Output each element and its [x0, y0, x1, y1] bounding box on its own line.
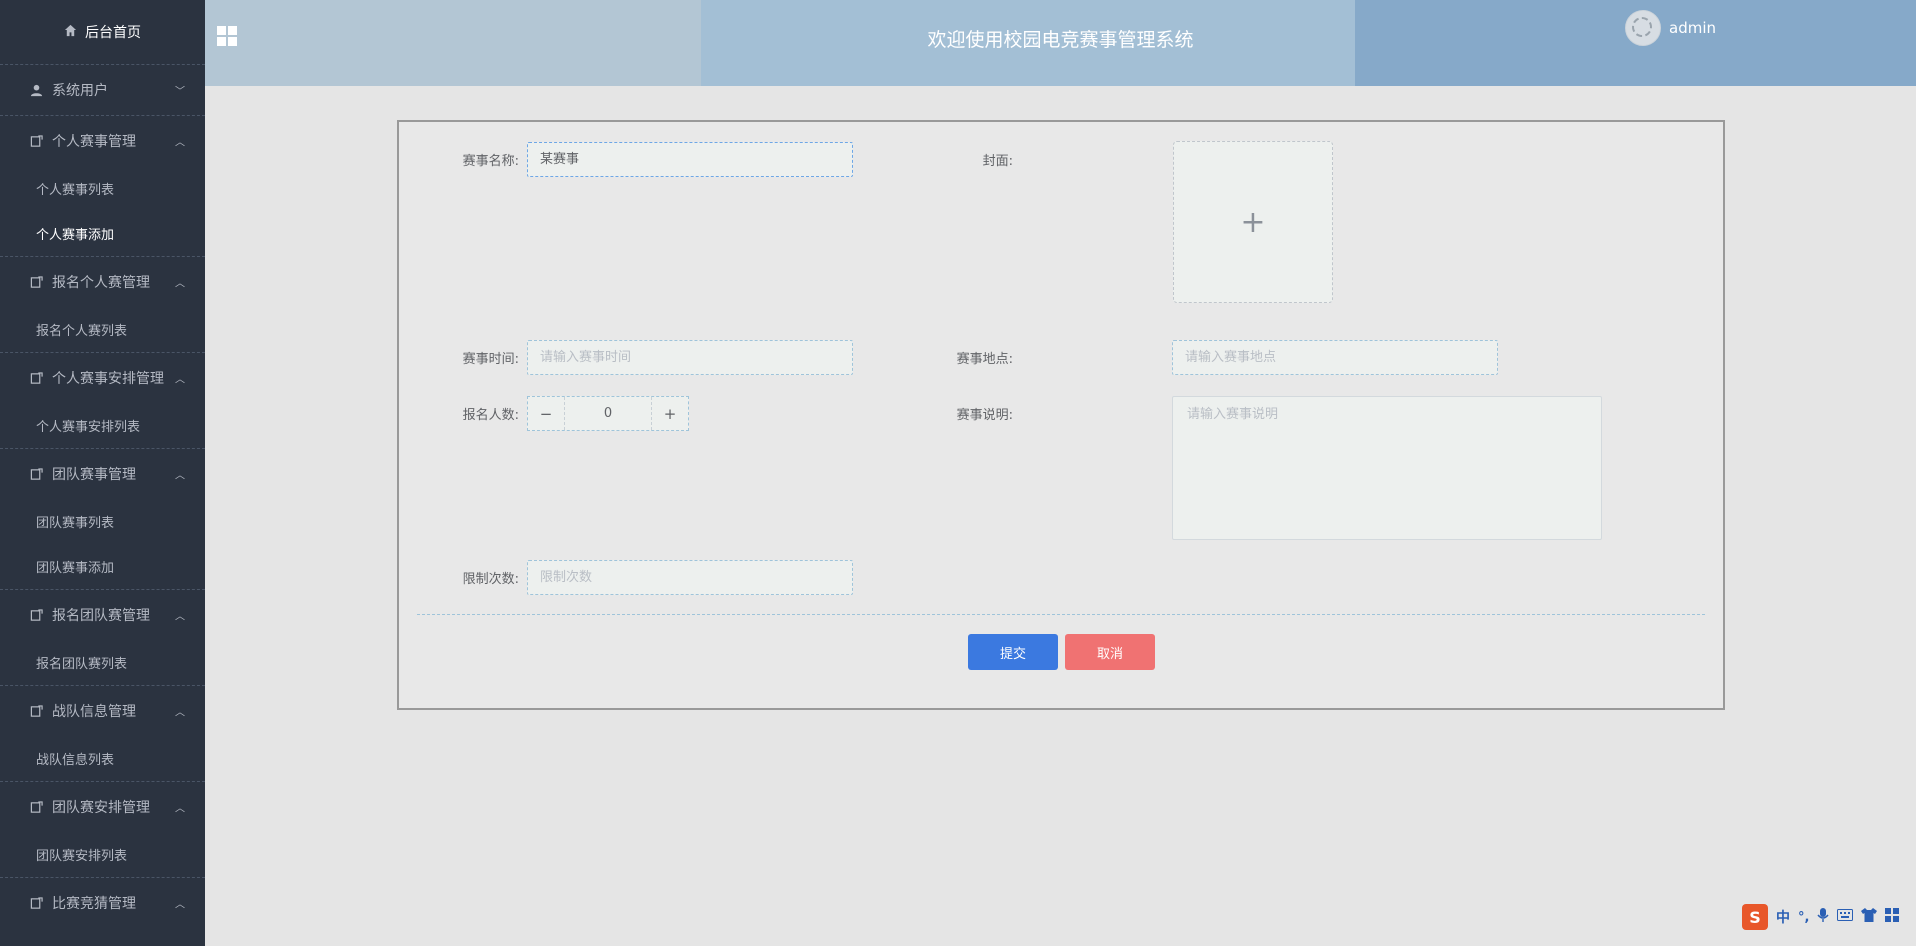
- cover-label: 封面:: [982, 154, 1013, 169]
- sidebar-group-header[interactable]: 报名个人赛管理 ︿: [0, 257, 205, 307]
- increase-button[interactable]: +: [652, 397, 688, 430]
- sidebar-group-label: 战队信息管理: [52, 704, 136, 720]
- sidebar-group-label: 报名个人赛管理: [52, 275, 150, 291]
- document-icon: [30, 896, 44, 910]
- punctuation-icon[interactable]: °,: [1798, 910, 1809, 925]
- sidebar-item-personal-event-add[interactable]: 个人赛事添加: [0, 211, 205, 256]
- sidebar-item-team-schedule-list[interactable]: 团队赛安排列表: [0, 832, 205, 877]
- plus-icon: +: [1240, 204, 1266, 240]
- chevron-up-icon: ︿: [175, 374, 185, 386]
- limit-count-input[interactable]: 限制次数: [527, 560, 853, 595]
- sidebar-group-label: 系统用户: [52, 83, 108, 99]
- sidebar-group-guessing: 比赛竞猜管理 ︿: [0, 877, 205, 928]
- event-name-label: 赛事名称:: [462, 154, 519, 169]
- sidebar-group-team-events: 团队赛事管理 ︿ 团队赛事列表 团队赛事添加: [0, 448, 205, 589]
- chevron-up-icon: ︿: [175, 707, 185, 719]
- event-place-label: 赛事地点:: [956, 352, 1013, 367]
- signup-count-label: 报名人数:: [462, 408, 519, 423]
- microphone-icon[interactable]: [1817, 907, 1830, 927]
- sidebar-group-header[interactable]: 团队赛事管理 ︿: [0, 449, 205, 499]
- avatar[interactable]: [1625, 10, 1661, 46]
- document-icon: [30, 704, 44, 718]
- event-form: 赛事名称: 某赛事 封面: + 赛事时间: 请输入赛事时间 赛事地点: 请输入赛…: [397, 120, 1725, 710]
- chevron-up-icon: ︿: [175, 470, 185, 482]
- sidebar: 后台首页 系统用户 ﹀ 个人赛事管理 ︿ 个人赛事列表 个人赛事添加 报名个人赛…: [0, 0, 205, 946]
- sidebar-group-team-info: 战队信息管理 ︿ 战队信息列表: [0, 685, 205, 781]
- event-desc-label: 赛事说明:: [956, 408, 1013, 423]
- event-place-input[interactable]: 请输入赛事地点: [1172, 340, 1498, 375]
- sidebar-group-team-schedule: 团队赛安排管理 ︿ 团队赛安排列表: [0, 781, 205, 877]
- sidebar-group-personal-events: 个人赛事管理 ︿ 个人赛事列表 个人赛事添加: [0, 115, 205, 256]
- chevron-up-icon: ︿: [175, 899, 185, 911]
- document-icon: [30, 608, 44, 622]
- cover-upload[interactable]: +: [1173, 141, 1333, 303]
- cancel-button[interactable]: 取消: [1065, 634, 1155, 670]
- sidebar-group-label: 团队赛安排管理: [52, 800, 150, 816]
- top-header: 欢迎使用校园电竞赛事管理系统 admin: [205, 0, 1916, 86]
- sidebar-group-header[interactable]: 个人赛事安排管理 ︿: [0, 353, 205, 403]
- sidebar-group-header[interactable]: 系统用户 ﹀: [0, 65, 205, 115]
- decrease-button[interactable]: −: [528, 397, 564, 430]
- chevron-up-icon: ︿: [175, 803, 185, 815]
- sidebar-item-team-event-add[interactable]: 团队赛事添加: [0, 544, 205, 589]
- sogou-logo-icon[interactable]: S: [1742, 904, 1768, 930]
- form-divider: [417, 614, 1705, 615]
- sidebar-group-label: 比赛竞猜管理: [52, 896, 136, 912]
- toolbox-icon[interactable]: [1885, 908, 1900, 926]
- sidebar-group-label: 个人赛事管理: [52, 134, 136, 150]
- document-icon: [30, 467, 44, 481]
- document-icon: [30, 134, 44, 148]
- sidebar-group-header[interactable]: 报名团队赛管理 ︿: [0, 590, 205, 640]
- ime-toolbar[interactable]: S 中 °,: [1742, 902, 1900, 932]
- chevron-down-icon: ﹀: [175, 86, 185, 98]
- signup-count-stepper[interactable]: − 0 +: [527, 396, 689, 431]
- event-name-input[interactable]: 某赛事: [527, 142, 853, 177]
- sidebar-item-personal-signup-list[interactable]: 报名个人赛列表: [0, 307, 205, 352]
- sidebar-group-users: 系统用户 ﹀: [0, 64, 205, 115]
- sidebar-home[interactable]: 后台首页: [0, 0, 205, 64]
- sidebar-item-personal-schedule-list[interactable]: 个人赛事安排列表: [0, 403, 205, 448]
- sidebar-item-team-signup-list[interactable]: 报名团队赛列表: [0, 640, 205, 685]
- sidebar-item-personal-event-list[interactable]: 个人赛事列表: [0, 166, 205, 211]
- keyboard-icon[interactable]: [1837, 909, 1854, 925]
- chevron-up-icon: ︿: [175, 611, 185, 623]
- sidebar-group-team-signup: 报名团队赛管理 ︿ 报名团队赛列表: [0, 589, 205, 685]
- sidebar-group-header[interactable]: 个人赛事管理 ︿: [0, 116, 205, 166]
- skin-icon[interactable]: [1861, 908, 1878, 926]
- signup-count-value[interactable]: 0: [564, 397, 652, 430]
- sidebar-group-label: 个人赛事安排管理: [52, 371, 164, 387]
- user-icon: [30, 84, 44, 97]
- user-menu[interactable]: admin: [1625, 10, 1716, 46]
- sidebar-group-header[interactable]: 比赛竞猜管理 ︿: [0, 878, 205, 928]
- event-time-input[interactable]: 请输入赛事时间: [527, 340, 853, 375]
- sidebar-home-label: 后台首页: [85, 25, 141, 41]
- event-time-label: 赛事时间:: [462, 352, 519, 367]
- sidebar-group-label: 报名团队赛管理: [52, 608, 150, 624]
- document-icon: [30, 371, 44, 385]
- ime-mode-label[interactable]: 中: [1776, 907, 1790, 927]
- document-icon: [30, 275, 44, 289]
- submit-button[interactable]: 提交: [968, 634, 1058, 670]
- sidebar-item-team-event-list[interactable]: 团队赛事列表: [0, 499, 205, 544]
- username: admin: [1669, 19, 1716, 37]
- sidebar-item-team-info-list[interactable]: 战队信息列表: [0, 736, 205, 781]
- chevron-up-icon: ︿: [175, 137, 185, 149]
- sidebar-group-personal-schedule: 个人赛事安排管理 ︿ 个人赛事安排列表: [0, 352, 205, 448]
- sidebar-group-header[interactable]: 战队信息管理 ︿: [0, 686, 205, 736]
- chevron-up-icon: ︿: [175, 278, 185, 290]
- sidebar-group-label: 团队赛事管理: [52, 467, 136, 483]
- document-icon: [30, 800, 44, 814]
- home-icon: [64, 24, 77, 41]
- sidebar-group-personal-signup: 报名个人赛管理 ︿ 报名个人赛列表: [0, 256, 205, 352]
- event-desc-textarea[interactable]: 请输入赛事说明: [1172, 396, 1602, 540]
- sidebar-group-header[interactable]: 团队赛安排管理 ︿: [0, 782, 205, 832]
- limit-count-label: 限制次数:: [462, 572, 519, 587]
